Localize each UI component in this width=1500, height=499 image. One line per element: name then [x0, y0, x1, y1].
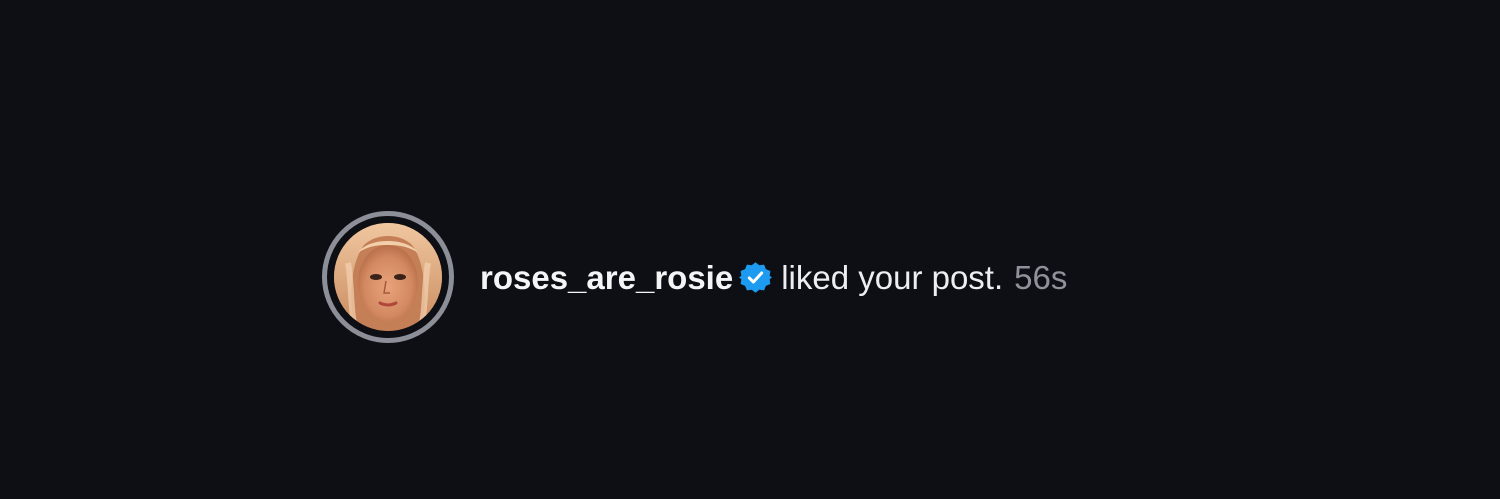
avatar[interactable] — [334, 223, 442, 331]
notification-item[interactable]: roses_are_rosie liked your post. 56s — [322, 205, 1067, 349]
action-text: liked your post. — [781, 258, 1004, 296]
verified-badge-icon — [739, 261, 773, 294]
notification-text: roses_are_rosie liked your post. 56s — [480, 261, 1067, 294]
timestamp: 56s — [1014, 258, 1068, 296]
story-ring[interactable] — [322, 211, 454, 343]
notification-screen: roses_are_rosie liked your post. 56s — [0, 0, 1500, 499]
username-link[interactable]: roses_are_rosie — [480, 261, 733, 294]
avatar-image — [334, 223, 442, 331]
